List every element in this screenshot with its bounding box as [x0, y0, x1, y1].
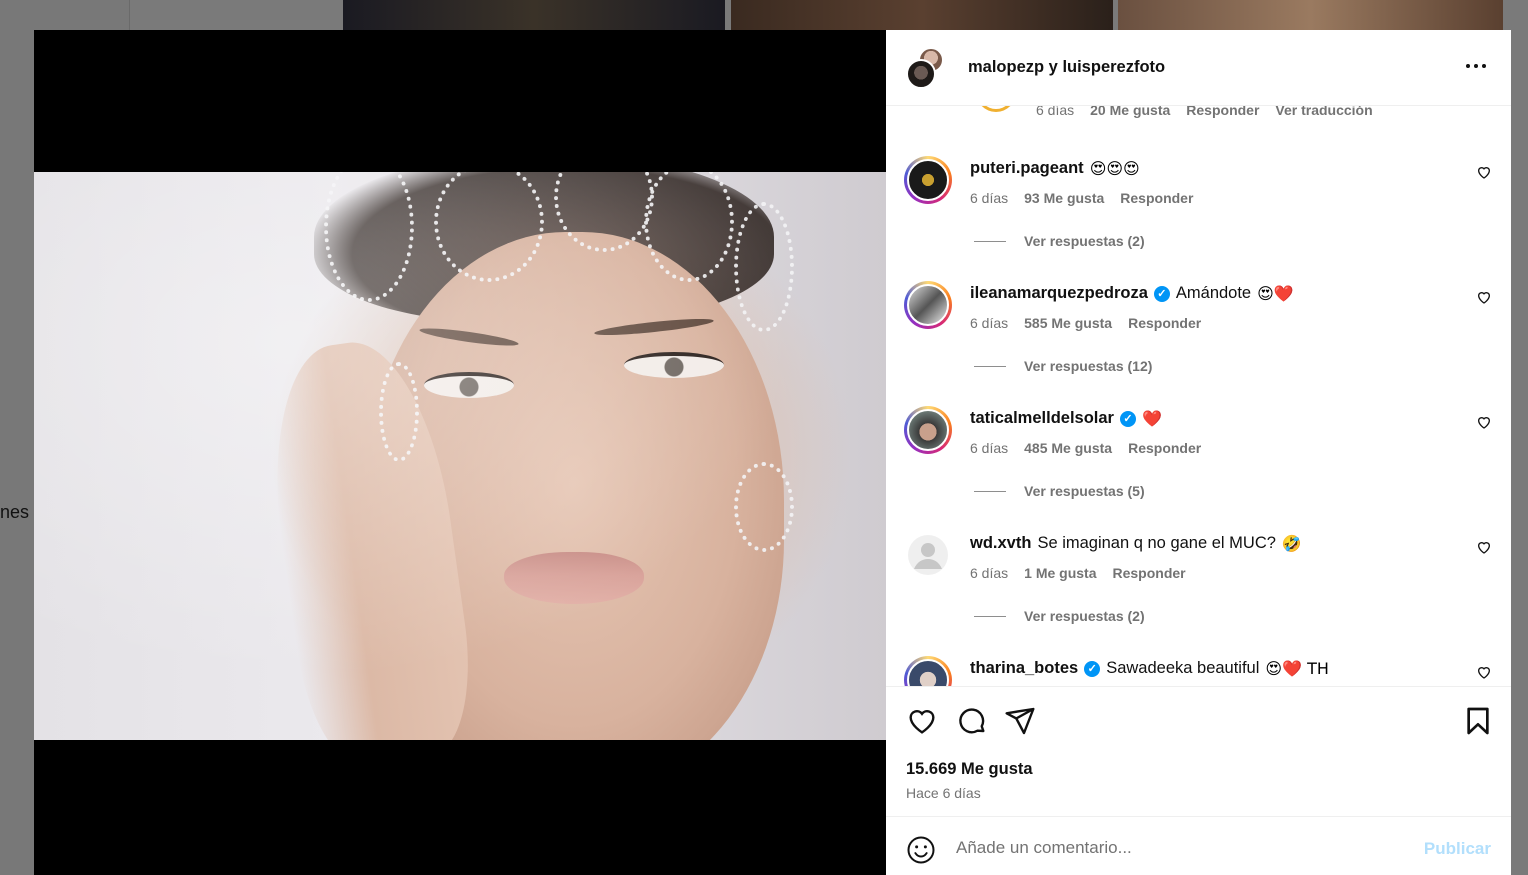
post-actions: 15.669 Me gusta Hace 6 días — [886, 686, 1511, 816]
background-thumbnail[interactable] — [1118, 0, 1503, 30]
author-avatars[interactable] — [906, 46, 948, 89]
view-replies-button[interactable]: Ver respuestas (2) — [974, 608, 1145, 624]
comment-username[interactable]: tharina_botes — [970, 659, 1078, 678]
avatar[interactable] — [904, 531, 952, 579]
like-heart-icon[interactable] — [1476, 289, 1492, 305]
comment-username[interactable]: puteri.pageant — [970, 159, 1084, 178]
comment-bubble-icon[interactable] — [956, 705, 988, 737]
reply-button[interactable]: Responder — [1128, 315, 1201, 331]
like-heart-icon[interactable] — [1476, 539, 1492, 555]
background-partial-text: nes — [0, 502, 30, 522]
view-replies-button[interactable]: Ver respuestas (5) — [974, 483, 1145, 499]
comment-username[interactable]: ileanamarquezpedroza — [970, 284, 1148, 303]
comment-input[interactable] — [956, 833, 1396, 863]
comment-text: Amándote — [1175, 284, 1252, 302]
avatar[interactable] — [904, 156, 952, 204]
background-thumbnail[interactable] — [731, 0, 1113, 30]
comment-username[interactable]: wd.xvth — [970, 534, 1031, 553]
post-time[interactable]: Hace 6 días — [906, 785, 981, 801]
post-sidebar: malopezp y luisperezfoto 6 días 20 Me gu… — [886, 30, 1511, 875]
comment-likes[interactable]: 20 Me gusta — [1090, 106, 1170, 118]
comment-time[interactable]: 6 días — [970, 190, 1008, 206]
post-photo[interactable] — [34, 172, 886, 740]
comment-time[interactable]: 6 días — [970, 440, 1008, 456]
comment-likes[interactable]: 1 Me gusta — [1024, 565, 1096, 581]
comment-time[interactable]: 6 días — [970, 565, 1008, 581]
verified-badge-icon: ✓ — [1153, 285, 1170, 302]
comment-item: wd.xvth Se imaginan q no gane el MUC? 🤣 … — [886, 531, 1511, 656]
view-replies-button[interactable]: Ver respuestas (2) — [974, 233, 1145, 249]
post-modal: malopezp y luisperezfoto 6 días 20 Me gu… — [34, 30, 1511, 875]
view-replies-button[interactable]: Ver respuestas (12) — [974, 358, 1152, 374]
avatar[interactable] — [906, 58, 936, 89]
post-media[interactable] — [34, 30, 886, 875]
avatar[interactable] — [976, 106, 1016, 112]
verified-badge-icon: ✓ — [1084, 660, 1101, 677]
comment-item: ileanamarquezpedroza ✓ Amándote 😍❤️ 6 dí… — [886, 281, 1511, 406]
comments-list[interactable]: 6 días 20 Me gusta Responder Ver traducc… — [886, 106, 1511, 686]
comment-username[interactable]: taticalmelldelsolar — [970, 409, 1114, 428]
reply-button[interactable]: Responder — [1113, 565, 1186, 581]
comment-emojis: 😍😍😍 — [1089, 159, 1140, 178]
reply-button[interactable]: Responder — [1186, 106, 1259, 118]
post-header: malopezp y luisperezfoto — [886, 30, 1511, 106]
comment-emojis: 🤣 — [1281, 534, 1302, 553]
comment-text: Se imaginan q no gane el MUC? — [1037, 534, 1276, 552]
post-authors[interactable]: malopezp y luisperezfoto — [968, 58, 1165, 77]
emoji-picker-icon[interactable] — [906, 835, 936, 865]
comment-time[interactable]: 6 días — [970, 315, 1008, 331]
comment-emojis: 😍❤️ — [1257, 284, 1294, 303]
verified-badge-icon: ✓ — [1119, 410, 1136, 427]
avatar[interactable] — [904, 406, 952, 454]
reply-button[interactable]: Responder — [1128, 440, 1201, 456]
post-likes-count[interactable]: 15.669 Me gusta — [906, 760, 1033, 779]
comment-likes[interactable]: 485 Me gusta — [1024, 440, 1112, 456]
publish-button[interactable]: Publicar — [1424, 839, 1491, 859]
comment-time[interactable]: 6 días — [1036, 106, 1074, 118]
translate-button[interactable]: Ver traducción — [1275, 106, 1372, 118]
avatar[interactable] — [904, 281, 952, 329]
reply-button[interactable]: Responder — [1120, 190, 1193, 206]
comment-emojis: 😍❤️ TH — [1265, 659, 1329, 678]
share-send-icon[interactable] — [1004, 705, 1036, 737]
comment-emojis: ❤️ — [1141, 409, 1162, 428]
comment-partial: 6 días 20 Me gusta Responder Ver traducc… — [886, 106, 1511, 126]
comment-likes[interactable]: 585 Me gusta — [1024, 315, 1112, 331]
comment-likes[interactable]: 93 Me gusta — [1024, 190, 1104, 206]
comment-item: taticalmelldelsolar ✓ ❤️ 6 días 485 Me g… — [886, 406, 1511, 531]
like-heart-icon[interactable] — [1476, 164, 1492, 180]
like-heart-icon[interactable] — [1476, 414, 1492, 430]
more-options-icon[interactable] — [1461, 54, 1491, 78]
like-heart-icon[interactable] — [1476, 664, 1492, 680]
like-heart-icon[interactable] — [906, 705, 938, 737]
comment-composer: Publicar — [886, 816, 1511, 875]
bookmark-icon[interactable] — [1462, 705, 1494, 737]
avatar[interactable] — [904, 656, 952, 686]
comment-text: Sawadeeka beautiful — [1106, 659, 1260, 677]
background-thumbnail[interactable] — [343, 0, 725, 30]
comment-item: tharina_botes ✓ Sawadeeka beautiful 😍❤️ … — [886, 656, 1511, 686]
comment-item: puteri.pageant 😍😍😍 6 días 93 Me gusta Re… — [886, 156, 1511, 281]
